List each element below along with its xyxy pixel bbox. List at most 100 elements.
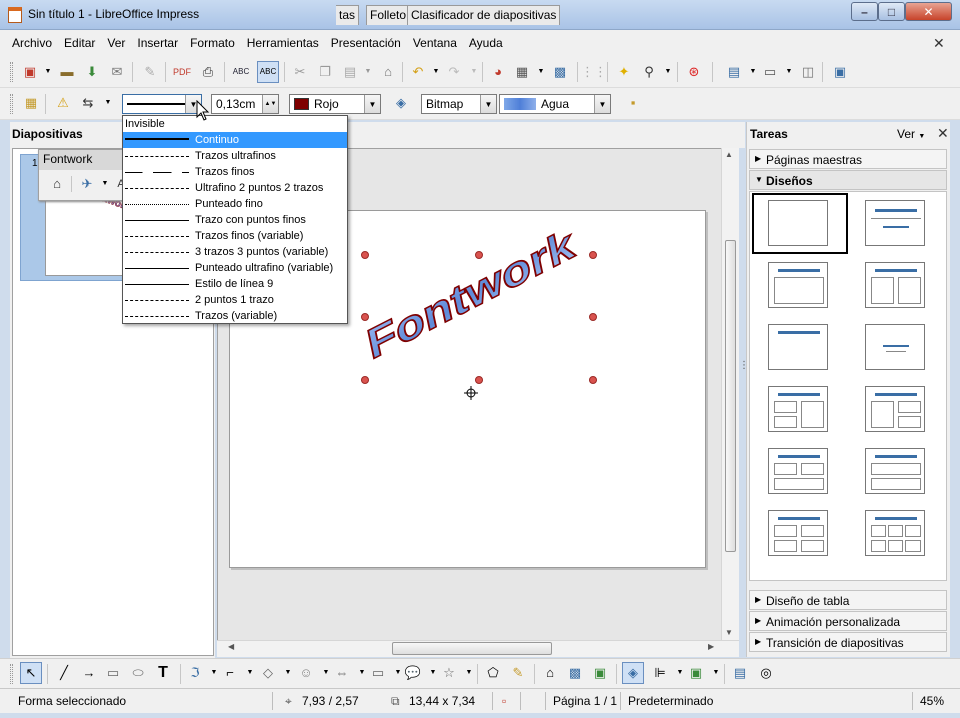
layout-content-2right[interactable] — [768, 386, 828, 432]
table-icon[interactable]: ▦ — [514, 64, 530, 80]
from-file-icon[interactable]: ▩ — [567, 665, 583, 681]
rotation-pivot-icon[interactable] — [464, 386, 478, 400]
spin-icon[interactable]: ▲▼ — [262, 95, 278, 113]
fontwork-gallery-icon[interactable]: ⌂ — [49, 176, 65, 192]
interaction-icon[interactable]: ◎ — [758, 665, 774, 681]
close-tasks-icon[interactable]: ✕ — [937, 125, 949, 142]
spellcheck-icon[interactable]: ABC — [233, 64, 249, 80]
dropdown-arrow-icon[interactable]: ▼ — [390, 665, 406, 681]
layout-title-only-top[interactable] — [768, 324, 828, 370]
rectangle-tool-icon[interactable]: ▭ — [105, 665, 121, 681]
vertical-scroll-thumb[interactable] — [725, 240, 736, 552]
dropdown-arrow-icon[interactable]: ▼ — [660, 64, 676, 80]
navigator-icon[interactable]: ✦ — [616, 64, 632, 80]
layout-centered-text[interactable] — [865, 324, 925, 370]
layout-content-2left[interactable] — [865, 386, 925, 432]
line-style-item[interactable]: 3 trazos 3 puntos (variable) — [123, 244, 347, 260]
line-style-item[interactable]: Trazos finos (variable) — [123, 228, 347, 244]
toolbar-grip[interactable] — [10, 94, 13, 114]
dropdown-arrow-icon[interactable]: ▼ — [466, 64, 482, 80]
help-icon[interactable]: ⊛ — [686, 64, 702, 80]
scroll-right-icon[interactable]: ▶ — [708, 642, 714, 651]
zoom-icon[interactable]: ⚲ — [641, 64, 657, 80]
section-animacion[interactable]: ▶ Animación personalizada — [749, 611, 947, 631]
dropdown-arrow-icon[interactable]: ▼ — [461, 665, 477, 681]
chart-icon[interactable]: ◕ — [490, 64, 506, 80]
line-style-item-selected[interactable]: Continuo — [123, 132, 347, 148]
redo-icon[interactable]: ↷ — [446, 64, 462, 80]
shadow-icon[interactable]: ▪ — [625, 95, 641, 111]
ellipse-tool-icon[interactable]: ⬭ — [130, 665, 146, 681]
line-width-field[interactable]: 0,13cm ▲▼ — [211, 94, 279, 114]
symbol-shapes-icon[interactable]: ☺ — [298, 665, 314, 681]
layout-6content[interactable] — [865, 510, 925, 556]
email-icon[interactable]: ✉ — [109, 64, 125, 80]
dropdown-arrow-icon[interactable]: ▼ — [425, 665, 441, 681]
section-disenos[interactable]: ▼ Diseños — [749, 170, 947, 190]
menu-ayuda[interactable]: Ayuda — [463, 36, 509, 50]
presentation-icon[interactable]: ▣ — [832, 64, 848, 80]
arrow-style-icon[interactable]: ⇆ — [80, 95, 96, 111]
line-icon[interactable]: ⚠ — [55, 95, 71, 111]
edit-file-icon[interactable]: ✎ — [142, 64, 158, 80]
menu-herramientas[interactable]: Herramientas — [241, 36, 325, 50]
section-diseno-tabla[interactable]: ▶ Diseño de tabla — [749, 590, 947, 610]
line-style-item[interactable]: Trazos (variable) — [123, 308, 347, 324]
connector-tool-icon[interactable]: ⌐ — [222, 665, 238, 681]
menu-presentacion[interactable]: Presentación — [325, 36, 407, 50]
layout-content-over-content[interactable] — [865, 448, 925, 494]
slide-icon[interactable]: ▤ — [726, 64, 742, 80]
line-style-item[interactable]: Ultrafino 2 puntos 2 trazos — [123, 180, 347, 196]
close-document-icon[interactable]: ✕ — [933, 35, 945, 52]
dropdown-arrow-icon[interactable]: ▼ — [40, 64, 56, 80]
gallery-icon[interactable]: ▣ — [592, 665, 608, 681]
zoom-status[interactable]: 45% — [920, 694, 944, 708]
section-paginas-maestras[interactable]: ▶ Páginas maestras — [749, 149, 947, 169]
image-icon[interactable]: ▩ — [552, 64, 568, 80]
chevron-down-icon[interactable]: ▼ — [480, 95, 496, 113]
layout-blank[interactable] — [768, 200, 828, 246]
document-modified-icon[interactable]: ▫ — [502, 694, 506, 708]
dropdown-arrow-icon[interactable]: ▼ — [206, 665, 222, 681]
dropdown-arrow-icon[interactable]: ▼ — [318, 665, 334, 681]
line-style-item[interactable]: Punteado fino — [123, 196, 347, 212]
dropdown-arrow-icon[interactable]: ▼ — [360, 64, 376, 80]
fontwork-gallery-icon[interactable]: ⌂ — [542, 665, 558, 681]
open-folder-icon[interactable]: ▬ — [59, 64, 75, 80]
horizontal-scroll-thumb[interactable] — [392, 642, 552, 655]
dropdown-arrow-icon[interactable]: ▼ — [354, 665, 370, 681]
grid-icon[interactable]: ⋮⋮ — [581, 64, 607, 80]
menu-archivo[interactable]: Archivo — [6, 36, 58, 50]
toolbar-grip[interactable] — [10, 664, 13, 684]
dropdown-arrow-icon[interactable]: ▼ — [97, 176, 113, 192]
arrange-icon[interactable]: ▣ — [688, 665, 704, 681]
line-style-list[interactable]: Invisible Continuo Trazos ultrafinos Tra… — [122, 115, 348, 324]
scroll-down-icon[interactable]: ▼ — [725, 628, 733, 637]
menu-insertar[interactable]: Insertar — [131, 36, 184, 50]
layout-2top-content[interactable] — [768, 448, 828, 494]
dropdown-arrow-icon[interactable]: ▼ — [280, 665, 296, 681]
copy-icon[interactable]: ❐ — [317, 64, 333, 80]
block-arrows-icon[interactable]: ⇔ — [334, 665, 350, 681]
menu-ventana[interactable]: Ventana — [407, 36, 463, 50]
dropdown-arrow-icon[interactable]: ▼ — [672, 665, 688, 681]
line-style-combo[interactable]: ▼ — [122, 94, 202, 114]
fontwork-text[interactable]: Fontwork — [362, 218, 579, 370]
fill-value-combo[interactable]: Agua ▼ — [499, 94, 611, 114]
dropdown-arrow-icon[interactable]: ▼ — [708, 665, 724, 681]
dropdown-arrow-icon[interactable]: ▼ — [100, 95, 116, 111]
basic-shapes-icon[interactable]: ◇ — [260, 665, 276, 681]
tasks-view-menu[interactable]: Ver ▼ — [897, 127, 925, 141]
line-arrow-tool-icon[interactable]: → — [81, 665, 97, 681]
text-tool-icon[interactable]: T — [155, 665, 171, 681]
line-style-item[interactable]: Trazos ultrafinos — [123, 148, 347, 164]
autospellcheck-icon[interactable]: ABC — [257, 61, 279, 83]
toolbar-grip[interactable] — [10, 62, 13, 82]
export-pdf-icon[interactable]: PDF — [173, 64, 191, 80]
dropdown-arrow-icon[interactable]: ▼ — [242, 665, 258, 681]
chevron-down-icon[interactable]: ▼ — [364, 95, 380, 113]
slide-design-icon[interactable]: ◫ — [800, 64, 816, 80]
select-arrow-icon[interactable]: ↖ — [20, 662, 42, 684]
close-window-button[interactable]: ✕ — [905, 2, 952, 21]
fill-type-combo[interactable]: Bitmap ▼ — [421, 94, 497, 114]
